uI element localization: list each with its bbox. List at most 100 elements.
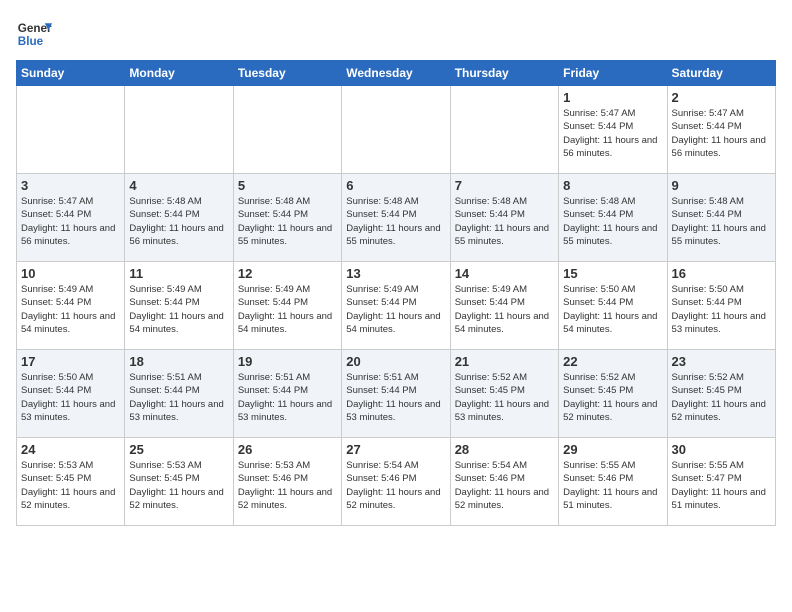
calendar-cell: 14Sunrise: 5:49 AM Sunset: 5:44 PM Dayli… — [450, 262, 558, 350]
calendar-cell: 3 Sunrise: 5:47 AM Sunset: 5:44 PM Daylig… — [17, 174, 125, 262]
calendar-cell — [17, 86, 125, 174]
day-number: 27 — [346, 442, 445, 457]
calendar-cell: 29 Sunrise: 5:55 AM Sunset: 5:46 PM Dayli… — [559, 438, 667, 526]
day-number: 8 — [563, 178, 662, 193]
calendar-cell: 18 Sunrise: 5:51 AM Sunset: 5:44 PM Dayli… — [125, 350, 233, 438]
day-info: Sunrise: 5:48 AM Sunset: 5:44 PM Dayligh… — [455, 195, 554, 248]
calendar-cell: 10 Sunrise: 5:49 AM Sunset: 5:44 PM Dayli… — [17, 262, 125, 350]
day-number: 10 — [21, 266, 120, 281]
calendar-cell: 4 Sunrise: 5:48 AM Sunset: 5:44 PM Daylig… — [125, 174, 233, 262]
col-header-friday: Friday — [559, 61, 667, 86]
calendar-cell: 19 Sunrise: 5:51 AM Sunset: 5:44 PM Dayli… — [233, 350, 341, 438]
day-info: Sunrise: 5:48 AM Sunset: 5:44 PM Dayligh… — [563, 195, 662, 248]
day-number: 14 — [455, 266, 554, 281]
day-number: 12 — [238, 266, 337, 281]
day-info: Sunrise: 5:48 AM Sunset: 5:44 PM Dayligh… — [672, 195, 771, 248]
day-info: Sunrise: 5:52 AM Sunset: 5:45 PM Dayligh… — [455, 371, 554, 424]
day-info: Sunrise: 5:53 AM Sunset: 5:45 PM Dayligh… — [129, 459, 228, 512]
day-number: 15 — [563, 266, 662, 281]
col-header-thursday: Thursday — [450, 61, 558, 86]
day-number: 9 — [672, 178, 771, 193]
day-info: Sunrise: 5:52 AM Sunset: 5:45 PM Dayligh… — [672, 371, 771, 424]
calendar-cell: 22 Sunrise: 5:52 AM Sunset: 5:45 PM Dayli… — [559, 350, 667, 438]
day-info: Sunrise: 5:49 AM Sunset: 5:44 PM Dayligh… — [21, 283, 120, 336]
day-info: Sunrise: 5:49 AM Sunset: 5:44 PM Dayligh… — [238, 283, 337, 336]
calendar-cell: 26 Sunrise: 5:53 AM Sunset: 5:46 PM Dayli… — [233, 438, 341, 526]
day-number: 20 — [346, 354, 445, 369]
day-info: Sunrise: 5:51 AM Sunset: 5:44 PM Dayligh… — [346, 371, 445, 424]
calendar-cell: 5 Sunrise: 5:48 AM Sunset: 5:44 PM Daylig… — [233, 174, 341, 262]
col-header-saturday: Saturday — [667, 61, 775, 86]
col-header-monday: Monday — [125, 61, 233, 86]
svg-text:Blue: Blue — [18, 35, 44, 48]
day-info: Sunrise: 5:48 AM Sunset: 5:44 PM Dayligh… — [238, 195, 337, 248]
day-info: Sunrise: 5:47 AM Sunset: 5:44 PM Dayligh… — [563, 107, 662, 160]
day-number: 17 — [21, 354, 120, 369]
calendar-cell: 20 Sunrise: 5:51 AM Sunset: 5:44 PM Dayli… — [342, 350, 450, 438]
day-info: Sunrise: 5:55 AM Sunset: 5:47 PM Dayligh… — [672, 459, 771, 512]
day-info: Sunrise: 5:53 AM Sunset: 5:46 PM Dayligh… — [238, 459, 337, 512]
day-info: Sunrise: 5:50 AM Sunset: 5:44 PM Dayligh… — [21, 371, 120, 424]
day-number: 24 — [21, 442, 120, 457]
calendar-cell: 13 Sunrise: 5:49 AM Sunset: 5:44 PM Dayli… — [342, 262, 450, 350]
col-header-wednesday: Wednesday — [342, 61, 450, 86]
day-number: 5 — [238, 178, 337, 193]
logo-icon: General Blue — [16, 16, 52, 52]
col-header-tuesday: Tuesday — [233, 61, 341, 86]
day-number: 13 — [346, 266, 445, 281]
calendar-table: SundayMondayTuesdayWednesdayThursdayFrid… — [16, 60, 776, 526]
calendar-cell — [125, 86, 233, 174]
day-number: 11 — [129, 266, 228, 281]
day-info: Sunrise: 5:54 AM Sunset: 5:46 PM Dayligh… — [455, 459, 554, 512]
calendar-cell: 17 Sunrise: 5:50 AM Sunset: 5:44 PM Dayli… — [17, 350, 125, 438]
day-info: Sunrise: 5:48 AM Sunset: 5:44 PM Dayligh… — [346, 195, 445, 248]
calendar-cell: 8 Sunrise: 5:48 AM Sunset: 5:44 PM Daylig… — [559, 174, 667, 262]
day-number: 28 — [455, 442, 554, 457]
calendar-cell: 2 Sunrise: 5:47 AM Sunset: 5:44 PM Daylig… — [667, 86, 775, 174]
calendar-cell — [233, 86, 341, 174]
day-info: Sunrise: 5:52 AM Sunset: 5:45 PM Dayligh… — [563, 371, 662, 424]
day-info: Sunrise: 5:50 AM Sunset: 5:44 PM Dayligh… — [563, 283, 662, 336]
day-number: 4 — [129, 178, 228, 193]
calendar-cell: 30Sunrise: 5:55 AM Sunset: 5:47 PM Dayli… — [667, 438, 775, 526]
calendar-cell — [342, 86, 450, 174]
day-number: 25 — [129, 442, 228, 457]
day-number: 26 — [238, 442, 337, 457]
day-info: Sunrise: 5:47 AM Sunset: 5:44 PM Dayligh… — [672, 107, 771, 160]
calendar-cell: 16 Sunrise: 5:50 AM Sunset: 5:44 PM Dayli… — [667, 262, 775, 350]
day-number: 1 — [563, 90, 662, 105]
day-info: Sunrise: 5:47 AM Sunset: 5:44 PM Dayligh… — [21, 195, 120, 248]
day-number: 16 — [672, 266, 771, 281]
calendar-cell — [450, 86, 558, 174]
day-number: 22 — [563, 354, 662, 369]
day-number: 23 — [672, 354, 771, 369]
day-info: Sunrise: 5:53 AM Sunset: 5:45 PM Dayligh… — [21, 459, 120, 512]
day-info: Sunrise: 5:55 AM Sunset: 5:46 PM Dayligh… — [563, 459, 662, 512]
day-info: Sunrise: 5:50 AM Sunset: 5:44 PM Dayligh… — [672, 283, 771, 336]
day-number: 7 — [455, 178, 554, 193]
calendar-cell: 27 Sunrise: 5:54 AM Sunset: 5:46 PM Dayli… — [342, 438, 450, 526]
calendar-cell: 9 Sunrise: 5:48 AM Sunset: 5:44 PM Daylig… — [667, 174, 775, 262]
calendar-cell: 28 Sunrise: 5:54 AM Sunset: 5:46 PM Dayli… — [450, 438, 558, 526]
calendar-cell: 12 Sunrise: 5:49 AM Sunset: 5:44 PM Dayli… — [233, 262, 341, 350]
day-number: 3 — [21, 178, 120, 193]
day-info: Sunrise: 5:54 AM Sunset: 5:46 PM Dayligh… — [346, 459, 445, 512]
day-info: Sunrise: 5:51 AM Sunset: 5:44 PM Dayligh… — [129, 371, 228, 424]
day-number: 2 — [672, 90, 771, 105]
page-header: General Blue — [16, 16, 776, 52]
col-header-sunday: Sunday — [17, 61, 125, 86]
day-info: Sunrise: 5:49 AM Sunset: 5:44 PM Dayligh… — [346, 283, 445, 336]
calendar-cell: 11Sunrise: 5:49 AM Sunset: 5:44 PM Dayli… — [125, 262, 233, 350]
day-number: 29 — [563, 442, 662, 457]
day-info: Sunrise: 5:51 AM Sunset: 5:44 PM Dayligh… — [238, 371, 337, 424]
calendar-cell: 15 Sunrise: 5:50 AM Sunset: 5:44 PM Dayli… — [559, 262, 667, 350]
calendar-cell: 25 Sunrise: 5:53 AM Sunset: 5:45 PM Dayli… — [125, 438, 233, 526]
day-number: 19 — [238, 354, 337, 369]
calendar-cell: 1 Sunrise: 5:47 AM Sunset: 5:44 PM Daylig… — [559, 86, 667, 174]
day-number: 6 — [346, 178, 445, 193]
calendar-cell: 7 Sunrise: 5:48 AM Sunset: 5:44 PM Daylig… — [450, 174, 558, 262]
day-info: Sunrise: 5:48 AM Sunset: 5:44 PM Dayligh… — [129, 195, 228, 248]
calendar-cell: 6 Sunrise: 5:48 AM Sunset: 5:44 PM Daylig… — [342, 174, 450, 262]
day-number: 18 — [129, 354, 228, 369]
day-number: 21 — [455, 354, 554, 369]
